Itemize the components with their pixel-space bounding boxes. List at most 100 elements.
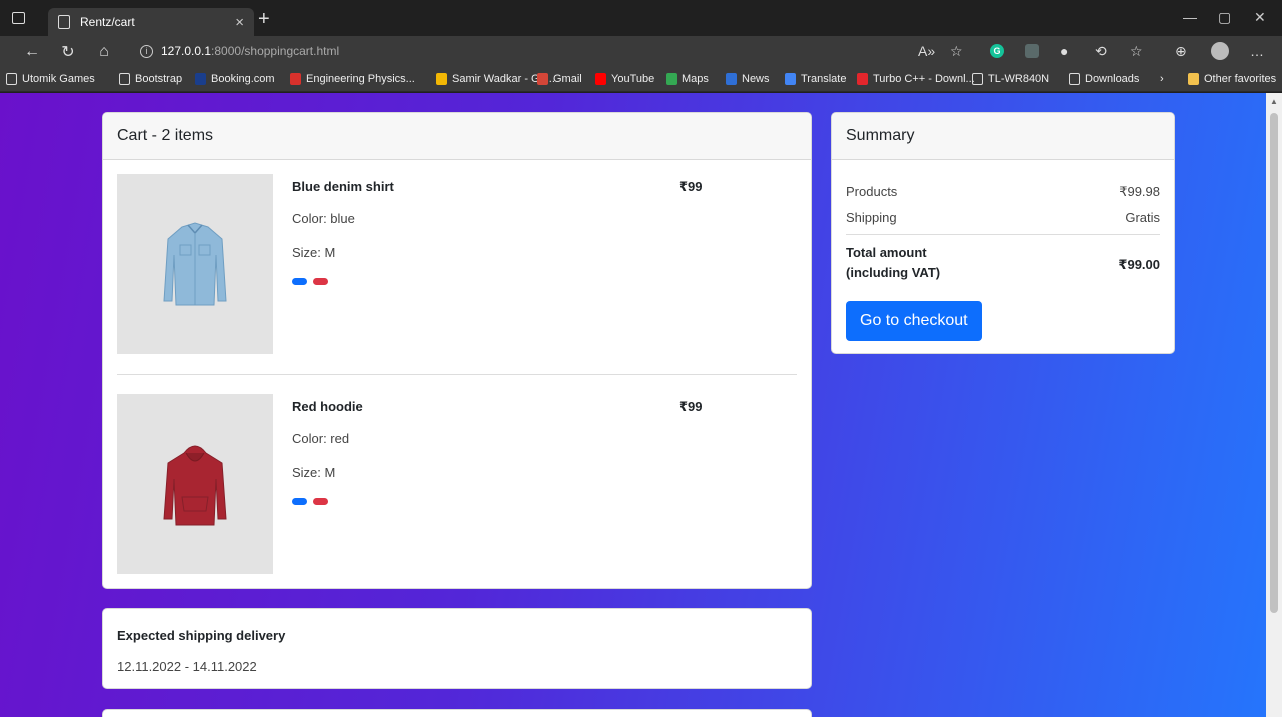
bookmark-item[interactable]: YouTube (595, 73, 654, 85)
more-menu-icon[interactable]: … (1250, 43, 1264, 59)
remove-item-button[interactable] (292, 278, 307, 285)
bookmark-label: Utomik Games (22, 73, 95, 85)
new-tab-icon[interactable]: + (258, 8, 270, 31)
summary-divider (846, 234, 1160, 235)
shipping-label: Shipping (846, 210, 897, 225)
item-price: ₹99 (679, 399, 703, 414)
bookmark-label: TL-WR840N (988, 73, 1050, 85)
checkout-button[interactable]: Go to checkout (846, 301, 982, 341)
profile-avatar[interactable] (1211, 42, 1229, 60)
summary-card: Summary Products ₹99.98 Shipping Gratis … (831, 112, 1175, 354)
payment-card (102, 709, 812, 717)
total-label-line2: (including VAT) (846, 265, 941, 280)
item-name: Red hoodie (292, 399, 363, 414)
home-icon[interactable]: ⌂ (86, 43, 122, 61)
products-label: Products (846, 184, 898, 199)
collections-icon[interactable]: ⊕ (1175, 43, 1187, 60)
bookmark-item[interactable]: Utomik Games (6, 73, 95, 85)
favorite-star-icon[interactable]: ☆ (950, 43, 963, 60)
wishlist-button[interactable] (313, 498, 328, 505)
cart-header: Cart - 2 items (103, 113, 811, 160)
page-scrollbar[interactable]: ▲ (1266, 93, 1282, 717)
scroll-up-icon[interactable]: ▲ (1270, 97, 1278, 106)
shipping-row: Shipping Gratis (846, 210, 1160, 225)
bookmark-item[interactable]: Engineering Physics... (290, 73, 415, 85)
browser-tab[interactable]: Rentz/cart × (48, 8, 254, 36)
tab-title: Rentz/cart (80, 15, 135, 29)
bookmark-label: Bootstrap (135, 73, 183, 85)
bookmark-item[interactable]: Booking.com (195, 73, 275, 85)
bookmark-icon (195, 73, 206, 85)
refresh-icon[interactable]: ↻ (50, 42, 86, 62)
restore-icon[interactable]: ▢ (1218, 9, 1231, 26)
bookmark-icon (537, 73, 548, 85)
bookmark-icon (119, 73, 130, 85)
bookmark-label: Translate (801, 73, 847, 85)
other-favorites[interactable]: Other favorites (1188, 73, 1276, 85)
favorites-icon[interactable]: ☆ (1130, 43, 1143, 60)
bookmark-icon (857, 73, 868, 85)
bookmarks-bar: Utomik Games Bootstrap Booking.com Engineer… (0, 68, 1282, 92)
bookmark-label: Booking.com (211, 73, 275, 85)
shipping-card: Expected shipping delivery 12.11.2022 - … (102, 608, 812, 689)
bookmark-icon (595, 73, 606, 85)
item-color: Color: blue (292, 211, 355, 226)
site-info-icon[interactable]: i (140, 45, 153, 59)
bookmark-item[interactable]: Downloads (1069, 73, 1139, 85)
folder-icon (1188, 73, 1199, 85)
bookmark-icon (785, 73, 796, 85)
bookmark-label: Gmail (553, 73, 582, 85)
bookmark-label: YouTube (611, 73, 655, 85)
page-viewport: Cart - 2 items Blue denim shirt ₹99 Colo… (0, 93, 1266, 717)
tab-bar: Rentz/cart × + — ▢ ✕ (0, 0, 1282, 36)
scrollbar-thumb[interactable] (1270, 113, 1278, 613)
sidebar-toggle-icon[interactable] (12, 12, 25, 24)
other-favorites-label: Other favorites (1204, 73, 1277, 85)
bookmark-label: Maps (682, 73, 709, 85)
bookmark-label: Turbo C++ - Downl... (873, 73, 975, 85)
close-tab-icon[interactable]: × (235, 14, 244, 31)
bookmark-item[interactable]: Translate (785, 73, 846, 85)
bookmark-icon (1069, 73, 1080, 85)
extensions-icon[interactable]: ⟲ (1095, 43, 1107, 60)
item-size: Size: M (292, 245, 336, 260)
bookmark-item[interactable]: Bootstrap (119, 73, 182, 85)
address-bar: ← ↻ ⌂ i 127.0.0.1:8000/shoppingcart.html (0, 36, 1282, 68)
url-path: :8000/shoppingcart.html (211, 44, 340, 58)
bookmark-label: News (742, 73, 770, 85)
bookmark-item[interactable]: Maps (666, 73, 709, 85)
wishlist-button[interactable] (313, 278, 328, 285)
bookmark-icon (6, 73, 17, 85)
meet-extension-icon[interactable]: ● (1060, 43, 1068, 59)
more-bookmarks-chevron-icon[interactable]: › (1160, 73, 1164, 85)
red-hoodie-image[interactable] (117, 394, 273, 574)
read-aloud-icon[interactable]: A» (918, 43, 935, 59)
bookmark-item[interactable]: Gmail (537, 73, 582, 85)
remove-item-button[interactable] (292, 498, 307, 505)
item-color: Color: red (292, 431, 350, 446)
shipping-value: Gratis (1125, 210, 1160, 225)
bookmark-icon (972, 73, 983, 85)
bookmark-icon (290, 73, 301, 85)
summary-header: Summary (832, 113, 1174, 160)
page-icon (58, 15, 70, 29)
back-icon[interactable]: ← (14, 43, 50, 61)
total-label: Total amount (including VAT) (846, 243, 940, 283)
extension-icon[interactable] (1025, 44, 1039, 58)
grammarly-icon[interactable]: G (990, 44, 1004, 58)
bookmark-item[interactable]: TL-WR840N (972, 73, 1049, 85)
close-window-icon[interactable]: ✕ (1254, 9, 1266, 26)
minimize-icon[interactable]: — (1183, 9, 1197, 25)
bookmark-icon (436, 73, 447, 85)
bookmark-item[interactable]: News (726, 73, 770, 85)
url-host: 127.0.0.1 (161, 44, 212, 58)
bookmark-label: Downloads (1085, 73, 1140, 85)
url-field[interactable]: i 127.0.0.1:8000/shoppingcart.html (140, 44, 340, 59)
item-divider (117, 374, 797, 375)
bookmark-icon (726, 73, 737, 85)
item-price: ₹99 (679, 179, 703, 194)
cart-card: Cart - 2 items Blue denim shirt ₹99 Colo… (102, 112, 812, 589)
shipping-title: Expected shipping delivery (117, 628, 286, 643)
denim-shirt-image[interactable] (117, 174, 273, 354)
bookmark-item[interactable]: Turbo C++ - Downl... (857, 73, 975, 85)
